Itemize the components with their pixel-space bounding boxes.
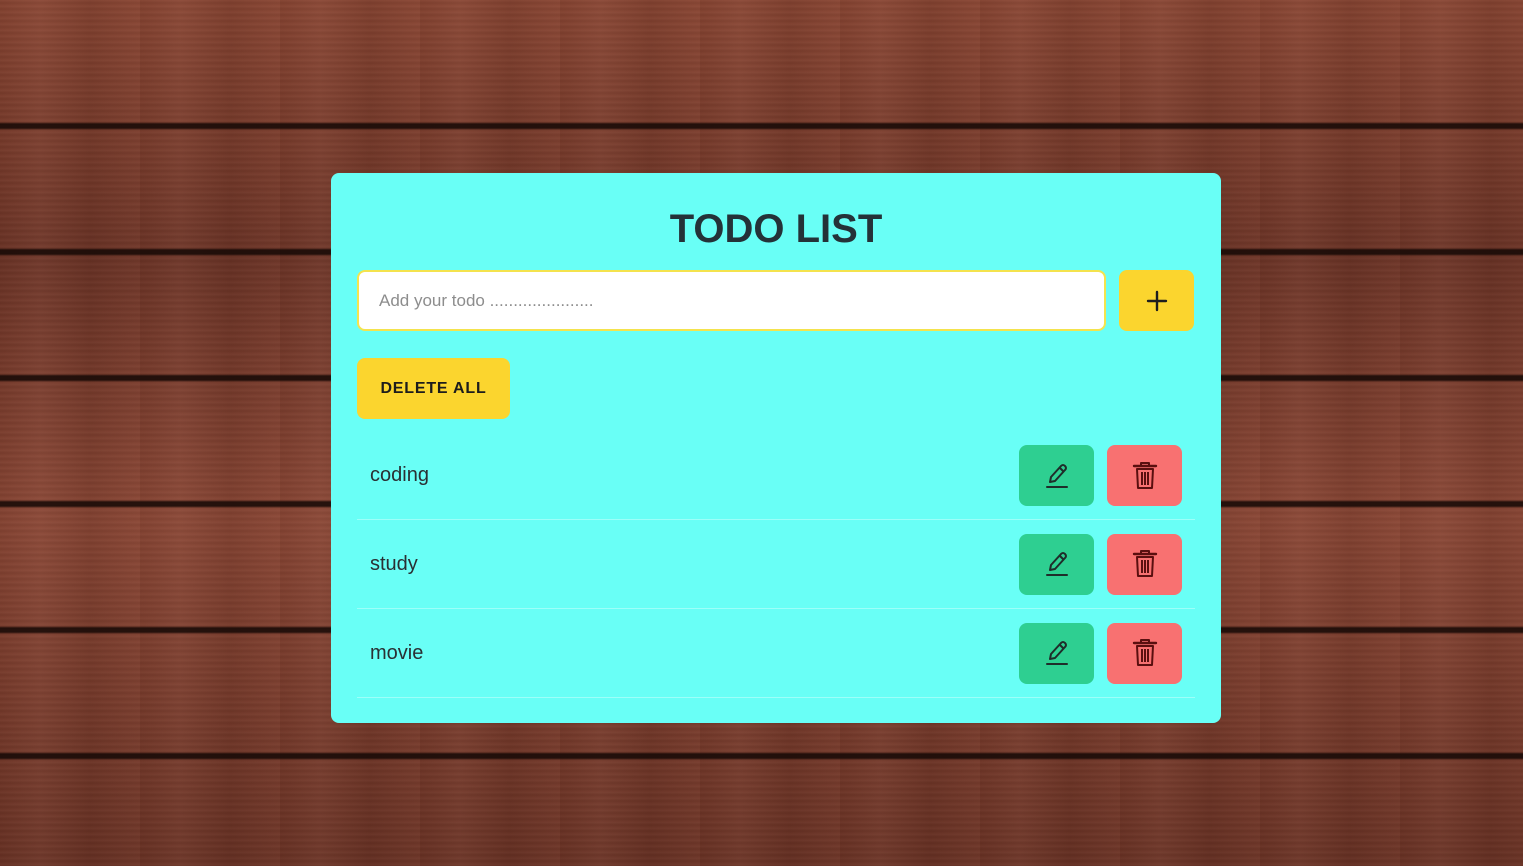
todo-card: TODO LIST DELETE ALL coding [331, 173, 1221, 723]
todo-text: movie [370, 641, 424, 664]
edit-button[interactable] [1019, 533, 1094, 595]
pencil-icon [1045, 552, 1068, 576]
list-item: coding [357, 445, 1195, 520]
add-todo-button[interactable] [1119, 270, 1194, 331]
list-item: study [357, 520, 1195, 609]
delete-button[interactable] [1107, 445, 1182, 506]
edit-button[interactable] [1019, 622, 1094, 684]
list-item: movie [357, 609, 1195, 698]
pencil-icon [1045, 641, 1068, 665]
delete-button[interactable] [1107, 533, 1182, 595]
page-title: TODO LIST [669, 207, 883, 251]
edit-button[interactable] [1019, 445, 1094, 506]
trash-icon [1132, 639, 1157, 666]
trash-icon [1132, 461, 1157, 489]
todo-text: study [370, 552, 418, 575]
delete-all-button[interactable]: DELETE ALL [357, 358, 510, 419]
todo-list: coding study movie [357, 445, 1195, 698]
todo-input[interactable] [357, 270, 1106, 331]
plus-icon [1146, 290, 1167, 311]
delete-button[interactable] [1107, 622, 1182, 684]
todo-text: coding [370, 464, 429, 486]
trash-icon [1132, 550, 1157, 577]
input-row [357, 270, 1195, 331]
pencil-icon [1045, 463, 1068, 488]
